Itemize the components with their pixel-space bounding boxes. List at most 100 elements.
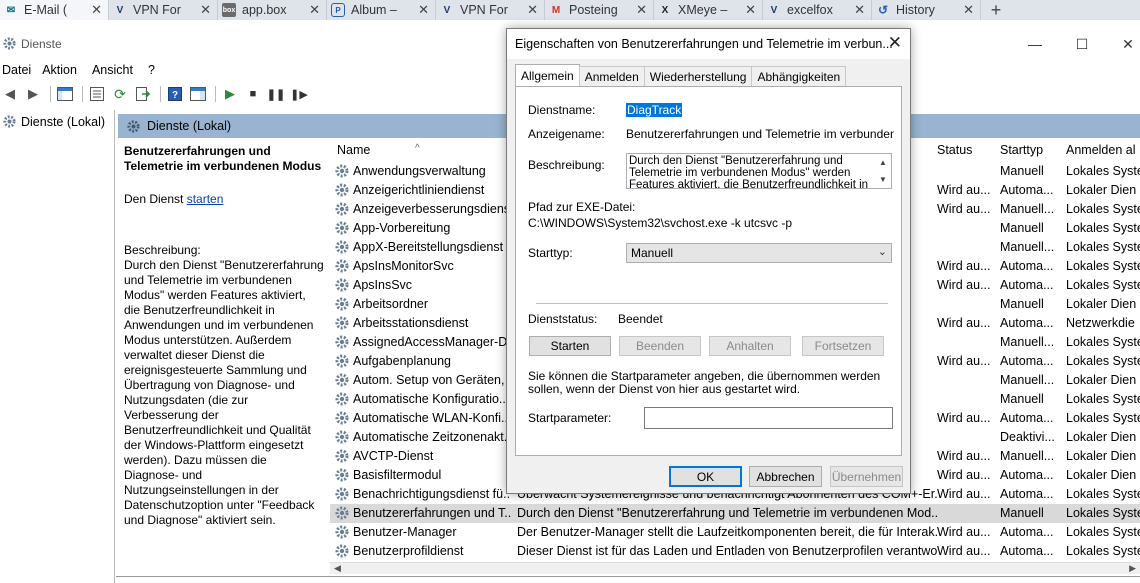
scroll-left-icon[interactable]: ◀ <box>334 563 341 574</box>
tab-abhaengigkeiten[interactable]: Abhängigkeiten <box>751 66 847 86</box>
scroll-down-icon[interactable]: ▼ <box>875 171 891 188</box>
label-start-parameter: Startparameter: <box>528 411 612 425</box>
stop-service-button[interactable]: Beenden <box>619 336 701 356</box>
back-arrow-icon[interactable]: ◀ <box>0 85 20 103</box>
browser-tab-vpn-forum-2[interactable]: V VPN For ✕ <box>436 0 545 20</box>
table-row[interactable]: Benutzerprofildienst Dieser Dienst ist fü… <box>330 542 1140 561</box>
description-box[interactable]: Durch den Dienst "Benutzererfahrung und … <box>626 153 892 189</box>
label-display-name: Anzeigename: <box>528 127 605 141</box>
menu-aktion[interactable]: Aktion <box>40 63 86 77</box>
restart-icon[interactable]: ❚▶ <box>289 85 309 103</box>
table-row[interactable]: Benutzer-Manager Der Benutzer-Manager ste… <box>330 523 1140 542</box>
start-service-button[interactable]: Starten <box>529 336 611 356</box>
browser-tab-album[interactable]: P Album – ✕ <box>327 0 436 20</box>
column-header-starttyp[interactable]: Starttyp <box>1000 143 1043 157</box>
start-type-select[interactable]: Manuell ⌄ <box>626 243 892 263</box>
divider <box>536 303 888 304</box>
tab-close-icon[interactable]: ✕ <box>91 2 102 18</box>
svg-text:?: ? <box>172 90 178 101</box>
tab-close-icon[interactable]: ✕ <box>636 2 647 18</box>
ok-button[interactable]: OK <box>669 466 742 487</box>
cell-logon: Lokales Syste <box>1066 506 1140 520</box>
tab-wiederherstellung[interactable]: Wiederherstellung <box>643 66 753 86</box>
tab-allgemein[interactable]: Allgemein <box>515 64 580 86</box>
start-service-link[interactable]: starten <box>187 192 224 206</box>
toolbar-separator <box>160 86 161 102</box>
cell-logon: Lokales Syste <box>1066 221 1140 235</box>
properties-view-icon[interactable] <box>188 85 208 103</box>
export-list-icon[interactable] <box>133 85 153 103</box>
cell-starttyp: Manuell... <box>1000 449 1055 463</box>
apply-button[interactable]: Übernehmen <box>830 466 903 487</box>
view-tabs-strip <box>116 576 1140 583</box>
action-prefix: Den Dienst <box>124 192 187 206</box>
scroll-right-icon[interactable]: ▶ <box>1129 563 1136 574</box>
description-box-text: Durch den Dienst "Benutzererfahrung und … <box>629 155 869 189</box>
horizontal-scrollbar[interactable]: ◀ ▶ <box>330 562 1140 574</box>
menu-ansicht[interactable]: Ansicht <box>86 63 142 77</box>
pause-service-button[interactable]: Anhalten <box>709 336 791 356</box>
cancel-button[interactable]: Abbrechen <box>749 466 822 487</box>
browser-tab-xmeye[interactable]: X XMeye – ✕ <box>654 0 763 20</box>
column-header-name[interactable]: Name <box>337 143 370 157</box>
display-name-value[interactable]: Benutzererfahrungen und Telemetrie im ve… <box>626 127 894 141</box>
cell-logon: Lokales Syste <box>1066 335 1140 349</box>
tab-close-icon[interactable]: ✕ <box>745 2 756 18</box>
menu-bar: Datei Aktion Ansicht ? <box>0 60 164 80</box>
description-scrollbar[interactable]: ▲ ▼ <box>875 154 891 188</box>
browser-tab-app-box[interactable]: box app.box ✕ <box>218 0 327 20</box>
window-close-button[interactable]: ✕ <box>1118 36 1138 53</box>
new-tab-button[interactable]: + <box>981 0 1011 20</box>
help-icon[interactable]: ? <box>165 85 185 103</box>
tab-close-icon[interactable]: ✕ <box>309 2 320 18</box>
cell-name: App-Vorbereitung <box>353 221 451 235</box>
maximize-button[interactable]: ☐ <box>1072 36 1092 53</box>
column-header-status[interactable]: Status <box>937 143 972 157</box>
tab-close-icon[interactable]: ✕ <box>418 2 429 18</box>
tab-close-icon[interactable]: ✕ <box>854 2 865 18</box>
menu-help[interactable]: ? <box>142 63 164 77</box>
pause-icon[interactable]: ❚❚ <box>266 85 286 103</box>
cell-logon: Lokales Syste <box>1066 525 1140 539</box>
stop-icon[interactable]: ■ <box>243 85 263 103</box>
refresh-icon[interactable]: ⟳ <box>110 85 130 103</box>
cell-name: Anwendungsverwaltung <box>353 164 486 178</box>
service-gear-icon <box>334 505 350 521</box>
exe-path-value[interactable]: C:\WINDOWS\System32\svchost.exe -k utcsv… <box>528 216 792 230</box>
tab-close-icon[interactable]: ✕ <box>963 2 974 18</box>
table-row-selected[interactable]: Benutzererfahrungen und T... Durch den Di… <box>330 504 1140 523</box>
general-tab-panel: Dienstname: DiagTrack Anzeigename: Benut… <box>515 86 902 456</box>
scroll-up-icon[interactable]: ▲ <box>875 154 891 171</box>
start-parameter-input[interactable] <box>644 407 893 429</box>
column-header-logon[interactable]: Anmelden al <box>1066 143 1136 157</box>
tab-close-icon[interactable]: ✕ <box>527 2 538 18</box>
list-view-icon[interactable] <box>87 85 107 103</box>
label-start-type: Starttyp: <box>528 246 573 260</box>
cell-name: Benutzer-Manager <box>353 525 457 539</box>
browser-tab-email[interactable]: ✉ E-Mail ( ✕ <box>0 0 109 20</box>
tab-close-icon[interactable]: ✕ <box>200 2 211 18</box>
play-icon[interactable]: ▶ <box>220 85 240 103</box>
gear-icon <box>3 115 16 128</box>
minimize-button[interactable]: — <box>1025 36 1045 52</box>
browser-tab-vpn-forum-1[interactable]: V VPN For ✕ <box>109 0 218 20</box>
dialog-close-button[interactable]: ✕ <box>888 33 902 53</box>
tree-item-services-local[interactable]: Dienste (Lokal) <box>2 114 105 129</box>
service-gear-icon <box>334 448 350 464</box>
service-gear-icon <box>334 182 350 198</box>
cell-starttyp: Manuell <box>1000 297 1044 311</box>
cell-description: Durch den Dienst "Benutzererfahrung und … <box>517 506 937 520</box>
service-gear-icon <box>334 543 350 559</box>
browser-tab-history[interactable]: ↺ History ✕ <box>872 0 981 20</box>
tab-anmelden[interactable]: Anmelden <box>578 66 645 86</box>
cell-starttyp: Automa... <box>1000 278 1054 292</box>
forward-arrow-icon[interactable]: ▶ <box>23 85 43 103</box>
start-parameter-hint: Sie können die Startparameter angeben, d… <box>528 369 881 396</box>
browser-tab-posteingang[interactable]: M Posteing ✕ <box>545 0 654 20</box>
menu-datei[interactable]: Datei <box>0 63 40 77</box>
label-description: Beschreibung: <box>528 158 605 172</box>
service-name-value[interactable]: DiagTrack <box>626 103 683 117</box>
browser-tab-excelfox[interactable]: V excelfox ✕ <box>763 0 872 20</box>
resume-service-button[interactable]: Fortsetzen <box>802 336 884 356</box>
console-tree-icon[interactable] <box>55 85 75 103</box>
